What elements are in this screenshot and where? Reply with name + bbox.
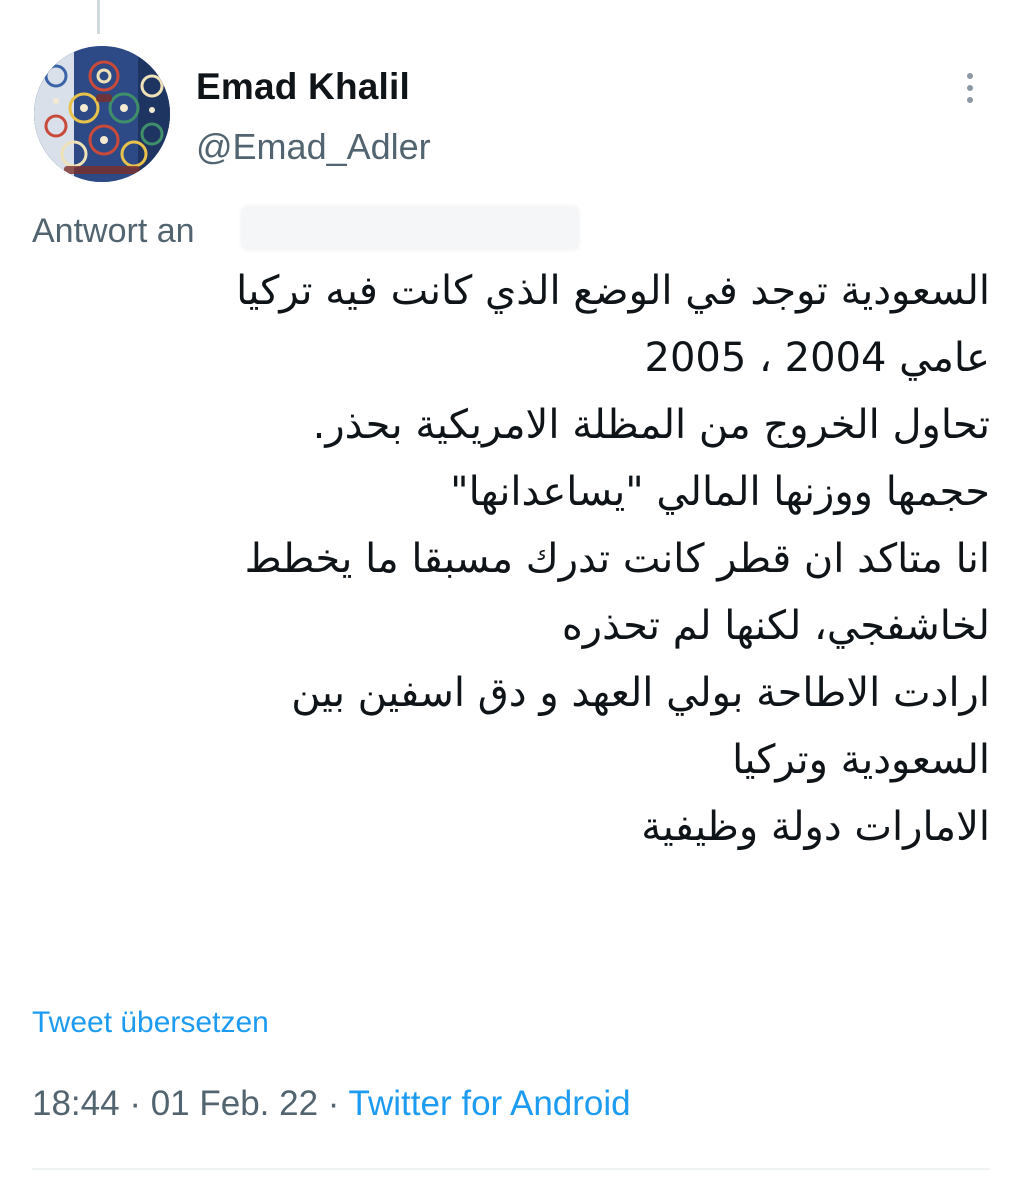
avatar[interactable] — [34, 46, 170, 182]
author-display-name[interactable]: Emad Khalil — [196, 66, 410, 108]
tweet-line: عامي 2004 ، 2005 — [644, 335, 990, 381]
more-dot — [967, 73, 973, 79]
tweet-line: السعودية توجد في الوضع الذي كانت فيه ترك… — [236, 268, 990, 314]
tweet-line: السعودية وتركيا — [732, 737, 990, 783]
meta-separator: · — [327, 1084, 340, 1123]
tweet-line: انا متاكد ان قطر كانت تدرك مسبقا ما يخطط — [244, 536, 990, 582]
tweet-line: حجمها ووزنها المالي "يساعدانها" — [450, 469, 990, 515]
tweet-line: الامارات دولة وظيفية — [641, 804, 990, 850]
tweet-date: 01 Feb. 22 — [150, 1084, 319, 1123]
divider — [32, 1168, 990, 1170]
more-dot — [967, 97, 973, 103]
author-handle[interactable]: @Emad_Adler — [196, 126, 431, 168]
redacted-reply-target — [240, 205, 580, 251]
tweet-line: ارادت الاطاحة بولي العهد و دق اسفين بين — [291, 670, 990, 716]
more-dot — [967, 85, 973, 91]
tweet-text: السعودية توجد في الوضع الذي كانت فيه ترك… — [24, 258, 990, 861]
mosaic-avatar-icon — [34, 46, 170, 182]
translate-tweet-link[interactable]: Tweet übersetzen — [32, 1006, 269, 1040]
tweet-metadata: 18:44 · 01 Feb. 22 · Twitter for Android — [32, 1084, 631, 1124]
tweet-line: لخاشفجي، لكنها لم تحذره — [561, 603, 990, 649]
reply-to-label: Antwort an — [32, 212, 195, 250]
tweet-line: تحاول الخروج من المظلة الامريكية بحذر. — [312, 402, 990, 448]
thread-connector-line — [97, 0, 100, 34]
more-options-icon[interactable] — [948, 66, 992, 110]
tweet-source-link[interactable]: Twitter for Android — [349, 1084, 631, 1123]
tweet-time: 18:44 — [32, 1084, 120, 1123]
meta-separator: · — [129, 1084, 141, 1123]
